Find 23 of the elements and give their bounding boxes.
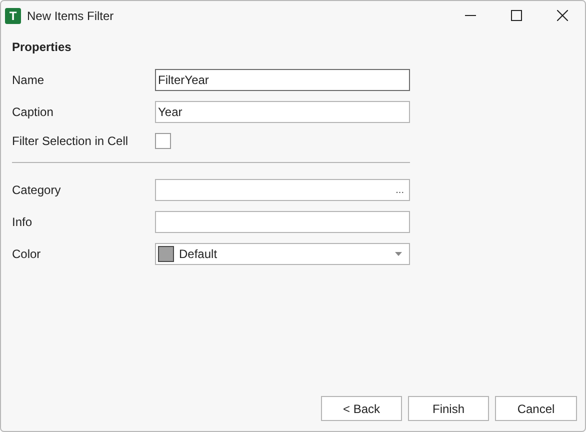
browse-field[interactable]: ...	[155, 179, 410, 201]
dialog-button[interactable]: Cancel	[495, 396, 577, 421]
window-title: New Items Filter	[27, 8, 115, 22]
minimize-icon	[464, 15, 476, 16]
text-field[interactable]: Year	[155, 101, 410, 123]
maximize-icon	[510, 10, 522, 21]
app-icon: T	[5, 8, 21, 24]
section-title: Properties	[12, 40, 72, 54]
field-label: Name	[12, 73, 46, 87]
checkbox[interactable]	[155, 133, 171, 149]
close-icon	[556, 10, 568, 21]
dialog-button[interactable]: < Back	[321, 396, 402, 421]
color-dropdown[interactable]: Default	[155, 243, 410, 265]
dropdown-caret-icon	[395, 252, 402, 256]
field-label: Color	[12, 247, 42, 261]
field-label: Category	[12, 183, 62, 197]
dialog-button[interactable]: Finish	[408, 396, 489, 421]
field-label: Caption	[12, 105, 54, 119]
field-label: Filter Selection in Cell	[12, 134, 130, 148]
text-field[interactable]	[155, 211, 410, 233]
browse-button[interactable]: ...	[392, 184, 407, 196]
text-field[interactable]: FilterYear	[155, 69, 410, 91]
field-label: Info	[12, 215, 34, 229]
